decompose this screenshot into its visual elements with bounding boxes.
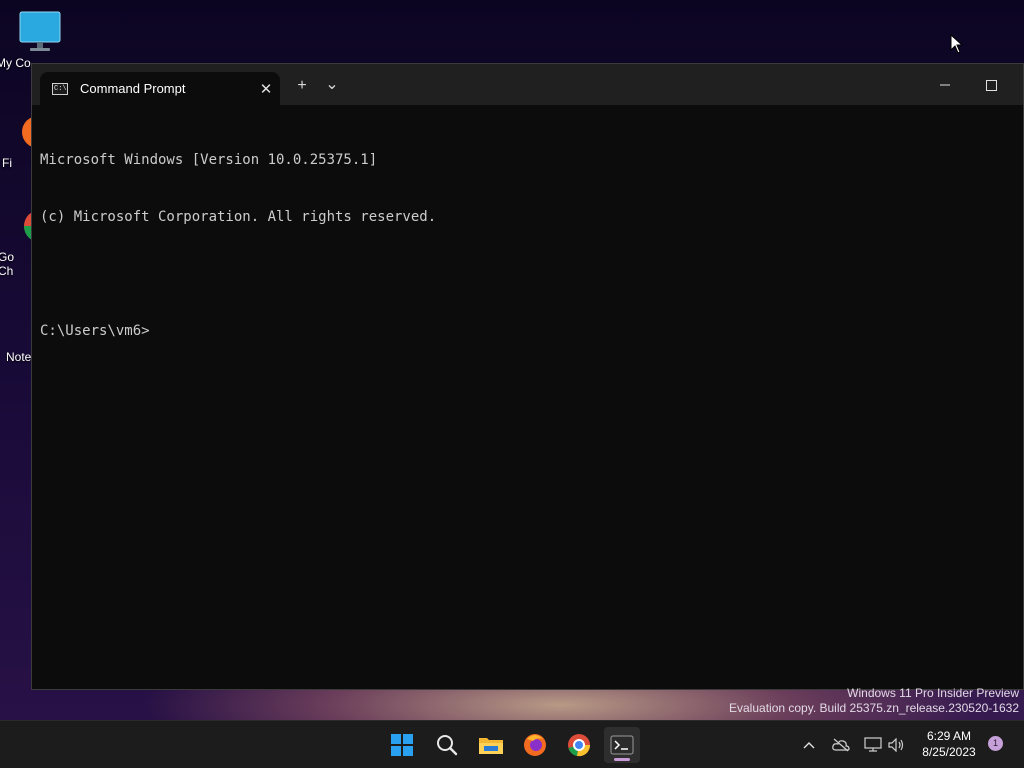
speaker-icon (888, 737, 904, 752)
close-tab-icon[interactable]: ✕ (252, 80, 280, 98)
clock-date: 8/25/2023 (922, 745, 976, 759)
active-app-indicator (614, 758, 630, 761)
new-tab-button[interactable]: + (292, 77, 312, 95)
file-explorer-button[interactable] (473, 727, 509, 763)
console-line: (c) Microsoft Corporation. All rights re… (40, 209, 437, 225)
windows-logo-icon (391, 734, 413, 756)
console-output[interactable]: Microsoft Windows [Version 10.0.25375.1]… (40, 113, 1015, 379)
command-prompt-icon: C:\ (52, 82, 68, 95)
firefox-icon (524, 734, 546, 756)
search-button[interactable] (429, 727, 465, 763)
minimize-icon (940, 84, 950, 86)
chrome-icon (568, 734, 591, 757)
watermark-edition: Windows 11 Pro Insider Preview (847, 686, 1019, 700)
monitor-icon (19, 11, 61, 51)
cloud-offline-icon (832, 738, 850, 751)
clock-button[interactable]: 6:29 AM 8/25/2023 (912, 728, 986, 760)
terminal-window[interactable]: C:\ Command Prompt ✕ + ⌄ Microsoft Windo… (31, 63, 1024, 690)
terminal-icon (610, 735, 634, 755)
notification-badge[interactable]: 1 (988, 736, 1003, 751)
maximize-icon (985, 79, 997, 91)
network-icon (864, 736, 882, 752)
watermark-build: Evaluation copy. Build 25375.zn_release.… (729, 701, 1019, 715)
console-prompt: C:\Users\vm6> (40, 323, 150, 339)
terminal-button[interactable] (604, 727, 640, 763)
volume-button[interactable] (885, 721, 907, 768)
maximize-button[interactable] (968, 72, 1014, 98)
onedrive-status-button[interactable] (830, 721, 852, 768)
network-button[interactable] (862, 721, 884, 768)
folder-icon (479, 738, 503, 754)
mouse-cursor-icon (950, 34, 964, 54)
console-line: Microsoft Windows [Version 10.0.25375.1] (40, 152, 378, 168)
taskbar: 6:29 AM 8/25/2023 (0, 720, 1024, 768)
tab-title: Command Prompt (80, 81, 186, 96)
tab-command-prompt[interactable]: C:\ Command Prompt ✕ (40, 72, 280, 105)
start-button[interactable] (384, 727, 420, 763)
firefox-button[interactable] (517, 727, 553, 763)
show-hidden-icons-button[interactable] (798, 721, 820, 768)
clock-time: 6:29 AM (926, 729, 972, 743)
chrome-button[interactable] (561, 727, 597, 763)
search-icon (437, 735, 458, 756)
chevron-up-icon (803, 741, 815, 748)
desktop-icon-my-computer[interactable]: My Co... (0, 10, 80, 70)
minimize-button[interactable] (922, 72, 968, 98)
tab-dropdown-button[interactable]: ⌄ (322, 74, 342, 94)
title-bar[interactable]: C:\ Command Prompt ✕ + ⌄ (32, 64, 1023, 105)
